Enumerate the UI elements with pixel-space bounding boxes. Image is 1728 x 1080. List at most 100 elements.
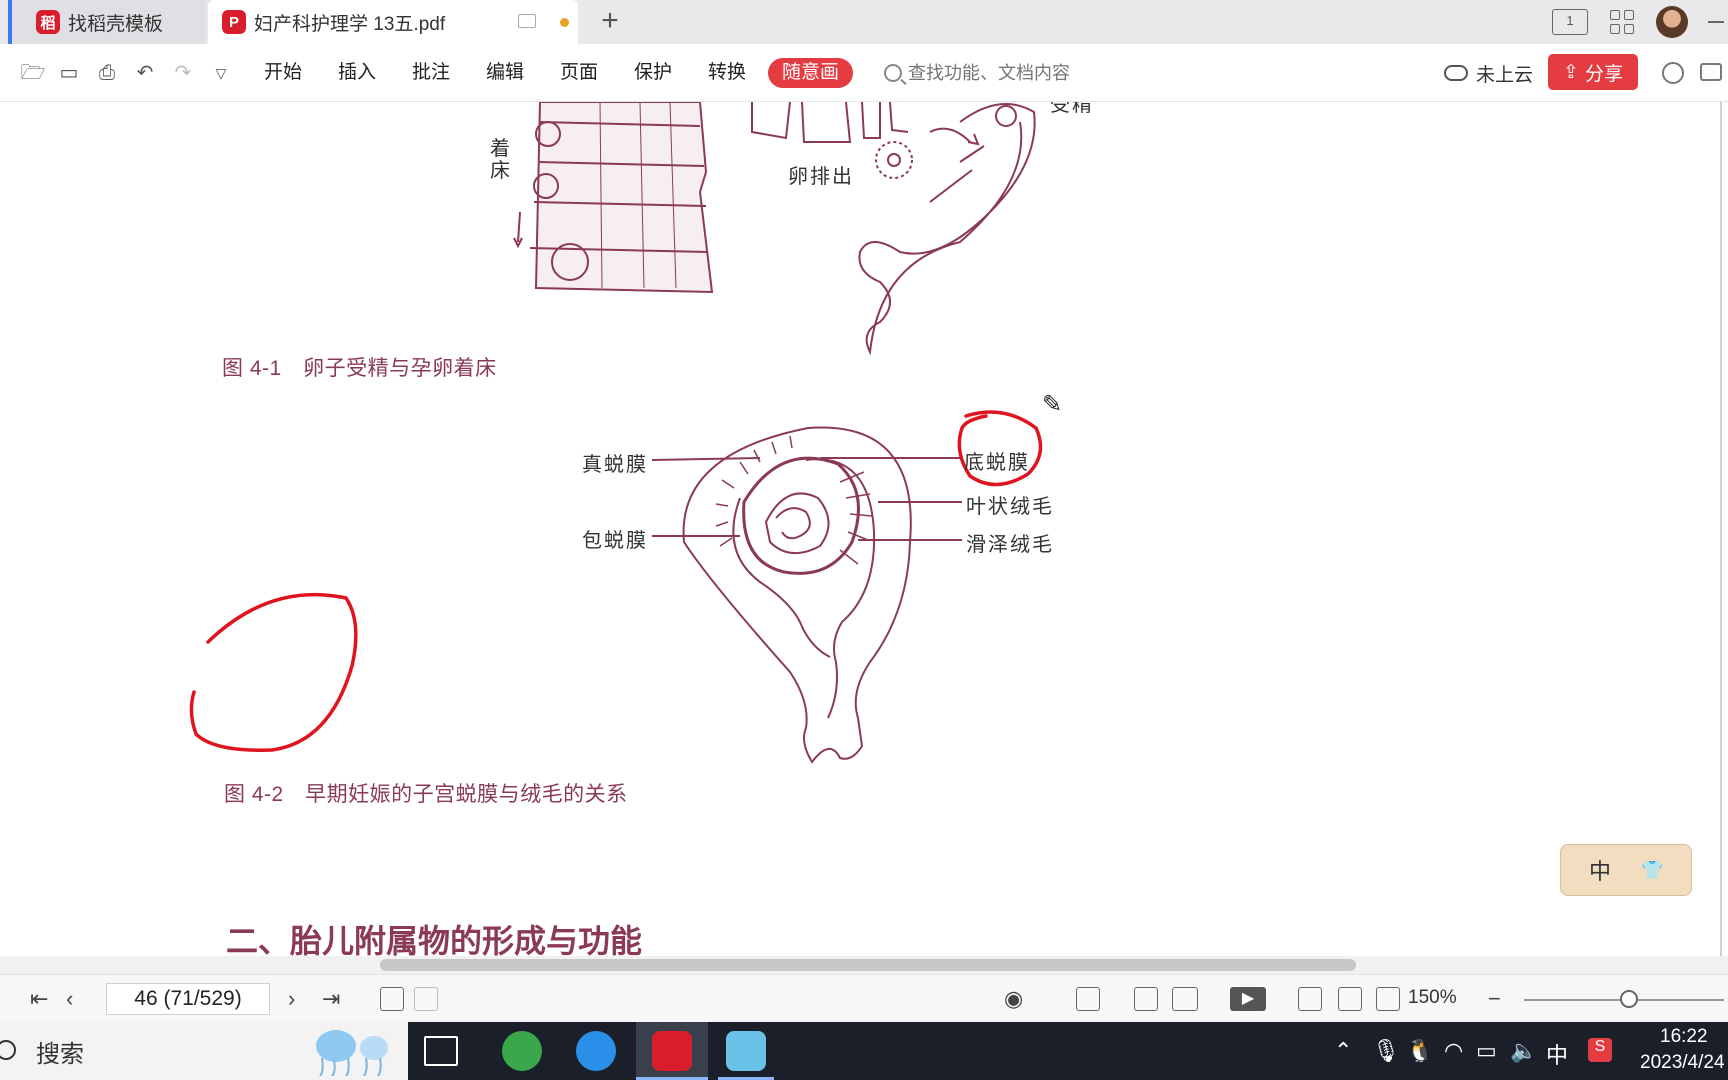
eye-protection-icon[interactable]: ◉ (1004, 987, 1023, 1011)
feature-search[interactable] (884, 58, 1108, 88)
task-view-icon[interactable] (424, 1036, 458, 1066)
search-input[interactable] (908, 62, 1108, 84)
ime-mode-label: 中 (1589, 859, 1612, 884)
input-language[interactable]: 中 (1546, 1038, 1568, 1070)
ime-skin-icon[interactable]: 👕 (1641, 860, 1663, 881)
tab-bar: 稻 找稻壳模板 P 妇产科护理学 13五.pdf + 1 (0, 0, 1728, 44)
zoom-out-icon[interactable]: − (1488, 987, 1501, 1011)
endometrium-drawing (513, 102, 1036, 356)
share-button[interactable]: ⇪ 分享 (1548, 54, 1638, 90)
clock-time[interactable]: 16:22 (1660, 1026, 1708, 1048)
wps-icon (652, 1031, 692, 1071)
pdf-logo-icon: P (222, 10, 246, 34)
live-wallpaper-icon[interactable] (726, 1031, 766, 1071)
figure-illustrations (189, 102, 1043, 764)
clock-date[interactable]: 2023/4/24 (1640, 1052, 1725, 1074)
share-icon: ⇪ (1563, 61, 1579, 83)
zoom-slider-handle[interactable] (1620, 990, 1638, 1008)
tab-pdf-document[interactable]: P 妇产科护理学 13五.pdf (208, 0, 578, 44)
ime-floating-widget[interactable]: 中 👕 (1560, 844, 1692, 896)
first-page-icon[interactable]: ⇤ (30, 987, 48, 1011)
page-number-input[interactable] (106, 983, 270, 1015)
document-view[interactable]: 着 床 卵排出 受精 图 4-1 卵子受精与孕卵着床 真蜕膜 包蜕膜 底蜕膜 叶… (0, 102, 1728, 958)
status-bar: ⇤ ‹ › ⇥ ◉ ▶ 150% − (0, 974, 1728, 1022)
cloud-label: 未上云 (1476, 64, 1534, 86)
window-controls: 1 (1552, 0, 1728, 44)
back-icon[interactable] (380, 987, 404, 1011)
wifi-icon[interactable]: ◠ (1444, 1038, 1463, 1064)
taskbar-wps-active[interactable] (636, 1022, 708, 1080)
microphone-icon[interactable]: 🎙 (1372, 1038, 1400, 1064)
tab-title: 找稻壳模板 (68, 13, 164, 35)
settings-gear-icon[interactable] (1662, 62, 1684, 84)
jellyfish-icon (316, 1030, 388, 1076)
menu-start[interactable]: 开始 (264, 58, 302, 88)
menu-convert[interactable]: 转换 (708, 58, 746, 88)
horizontal-scrollbar[interactable] (0, 956, 1728, 974)
browser-blue-icon[interactable] (576, 1031, 616, 1071)
search-icon (0, 1040, 16, 1060)
zoom-level[interactable]: 150% (1408, 987, 1457, 1009)
last-page-icon[interactable]: ⇥ (322, 987, 340, 1011)
unsaved-indicator-icon (560, 18, 569, 27)
menu-insert[interactable]: 插入 (338, 58, 376, 88)
prev-page-icon[interactable]: ‹ (66, 987, 73, 1011)
single-page-scroll-icon[interactable] (1076, 987, 1100, 1011)
cloud-icon (1444, 65, 1468, 81)
horizontal-scroll-thumb[interactable] (380, 959, 1356, 971)
battery-icon[interactable]: ▭ (1476, 1038, 1497, 1064)
tab-daoke-templates[interactable]: 稻 找稻壳模板 (8, 0, 206, 44)
tray-expand-icon[interactable]: ⌃ (1334, 1038, 1352, 1064)
undo-icon[interactable]: ↶ (132, 60, 158, 86)
comment-icon[interactable] (1700, 63, 1722, 81)
menu-annotate[interactable]: 批注 (412, 58, 450, 88)
label-true-decidua: 真蜕膜 (582, 452, 648, 476)
uterus-decidua-diagram (651, 426, 962, 764)
open-folder-icon[interactable]: 🗁 (20, 60, 46, 86)
save-icon[interactable]: ▭ (56, 60, 82, 86)
label-capsular-decidua: 包蜕膜 (582, 528, 648, 552)
monitor-icon[interactable] (518, 14, 536, 28)
qq-icon[interactable]: 🐧 (1406, 1038, 1433, 1064)
figure-4-2-caption: 图 4-2 早期妊娠的子宫蜕膜与绒毛的关系 (224, 783, 628, 806)
share-label: 分享 (1584, 63, 1623, 85)
label-chorion-laeve: 滑泽绒毛 (966, 532, 1054, 556)
sogou-ime-icon[interactable]: S (1588, 1038, 1612, 1062)
fit-page-icon[interactable] (1338, 987, 1362, 1011)
browser-green-icon[interactable] (502, 1031, 542, 1071)
label-implant-2: 床 (490, 158, 512, 182)
volume-icon[interactable]: 🔈 (1510, 1038, 1537, 1064)
menu-edit[interactable]: 编辑 (486, 58, 524, 88)
menu-freehand-draw[interactable]: 随意画 (768, 58, 854, 88)
figure-4-1-caption: 图 4-1 卵子受精与孕卵着床 (222, 357, 497, 380)
window-layout-icon[interactable]: 1 (1552, 9, 1588, 35)
avatar[interactable] (1656, 6, 1688, 38)
section-heading: 二、胎儿附属物的形成与功能 (226, 922, 643, 958)
actual-size-icon[interactable] (1298, 987, 1322, 1011)
windows-taskbar: 搜索 ⌃ 🎙 🐧 ◠ ▭ 🔈 中 S 16:22 2023/4/24 (0, 1022, 1728, 1080)
menu-page[interactable]: 页面 (560, 58, 598, 88)
print-icon[interactable]: ⎙ (94, 60, 120, 86)
rotate-icon[interactable] (1376, 987, 1400, 1011)
next-page-icon[interactable]: › (288, 987, 295, 1011)
apps-grid-icon[interactable] (1610, 10, 1634, 34)
menu-protect[interactable]: 保护 (634, 58, 672, 88)
ribbon-toolbar: 🗁 ▭ ⎙ ↶ ↷ ▽ 开始 插入 批注 编辑 页面 保护 转换 随意画 未上云… (0, 44, 1728, 102)
label-ovulation: 卵排出 (788, 164, 854, 188)
play-slideshow-icon[interactable]: ▶ (1230, 987, 1266, 1011)
daoke-logo-icon: 稻 (36, 10, 60, 34)
taskbar-search[interactable]: 搜索 (0, 1022, 408, 1080)
new-tab-button[interactable]: + (594, 6, 626, 38)
label-fertilization: 受精 (1050, 102, 1094, 116)
vertical-scrollbar[interactable] (1720, 102, 1722, 958)
search-icon (884, 64, 902, 82)
tab-title: 妇产科护理学 13五.pdf (254, 13, 446, 35)
label-chorion-frondosum: 叶状绒毛 (966, 494, 1054, 518)
single-page-icon[interactable] (1134, 987, 1158, 1011)
quick-access-dropdown-icon[interactable]: ▽ (208, 60, 234, 86)
redo-icon[interactable]: ↷ (170, 60, 196, 86)
cloud-status-button[interactable]: 未上云 (1444, 58, 1533, 88)
forward-icon[interactable] (414, 987, 438, 1011)
minimize-icon[interactable] (1708, 21, 1724, 23)
double-page-icon[interactable] (1172, 987, 1198, 1011)
